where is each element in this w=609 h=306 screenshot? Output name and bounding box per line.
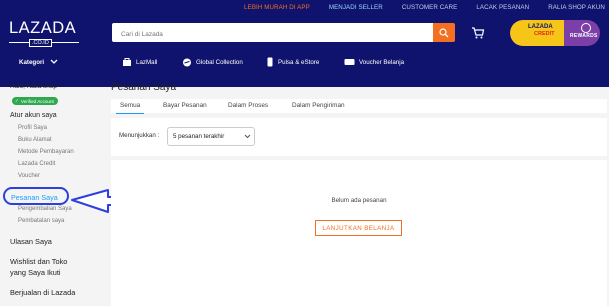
verified-badge: ✓ Verified Account <box>12 97 58 105</box>
continue-shopping-button[interactable]: LANJUTKAN BELANJA <box>315 220 402 236</box>
promo-rewards: REWARDS <box>570 33 598 39</box>
become-seller-link[interactable]: MENJADI SELLER <box>329 4 383 11</box>
category-label: Kategori <box>19 58 45 66</box>
promo-line2: CREDIT <box>534 31 555 37</box>
top-links: LEBIH MURAH DI APP MENJADI SELLER CUSTOM… <box>225 1 605 13</box>
pulsa-label: Pulsa & eStore <box>278 58 320 66</box>
order-range-select[interactable]: 5 pesanan terakhir <box>167 127 255 146</box>
annotation-circle <box>3 187 69 205</box>
order-tabs: Semua Bayar Pesanan Dalam Proses Dalam P… <box>111 99 607 113</box>
sidebar-item-profile[interactable]: Profil Saya <box>18 125 47 131</box>
sidebar-item-reviews[interactable]: Ulasan Saya <box>10 237 52 246</box>
sidebar-item-wishlist-line1[interactable]: Wishlist dan Toko <box>10 257 67 266</box>
nav-voucher[interactable]: Voucher Belanja <box>344 55 404 69</box>
voucher-label: Voucher Belanja <box>359 58 405 66</box>
tab-to-pay[interactable]: Bayar Pesanan <box>163 99 207 112</box>
page-title: Pesanan Saya <box>111 82 177 93</box>
app-promo-link[interactable]: LEBIH MURAH DI APP <box>244 4 310 11</box>
tab-in-delivery[interactable]: Dalam Pengiriman <box>292 99 345 112</box>
lazmall-label: LazMall <box>136 58 158 66</box>
chevron-down-icon <box>244 134 251 139</box>
phone-icon <box>267 57 273 67</box>
filter-panel: Menunjukkan : 5 pesanan terakhir <box>111 118 607 156</box>
site-header: LEBIH MURAH DI APP MENJADI SELLER CUSTOM… <box>0 0 609 87</box>
empty-message: Belum ada pesanan <box>331 197 387 204</box>
customer-care-link[interactable]: CUSTOMER CARE <box>402 4 458 11</box>
order-range-value: 5 pesanan terakhir <box>173 133 225 140</box>
check-icon: ✓ <box>15 98 19 103</box>
promo-line1: LAZADA <box>528 24 553 30</box>
lazada-logo[interactable]: LAZADA .CO.ID <box>9 19 79 53</box>
filter-label: Menunjukkan : <box>119 132 160 139</box>
lazmall-icon <box>123 57 131 66</box>
sidebar-item-wishlist-line2[interactable]: yang Saya Ikuti <box>10 268 61 277</box>
search-bar <box>112 23 433 44</box>
voucher-icon <box>344 59 355 65</box>
sidebar-item-voucher[interactable]: Voucher <box>18 173 40 179</box>
category-menu[interactable]: Kategori <box>19 55 62 69</box>
search-input[interactable] <box>112 25 421 44</box>
nav-global-collection[interactable]: Global Collection <box>182 55 243 69</box>
logo-domain: .CO.ID <box>29 39 52 47</box>
tab-all[interactable]: Semua <box>120 99 140 112</box>
sidebar-item-sell[interactable]: Berjualan di Lazada <box>10 288 75 297</box>
sidebar-item-payment-methods[interactable]: Metode Pembayaran <box>18 149 74 155</box>
track-order-link[interactable]: LACAK PESANAN <box>476 4 529 11</box>
plane-icon <box>183 58 191 66</box>
logo-text: LAZADA <box>9 19 77 37</box>
sidebar-item-lazada-credit[interactable]: Lazada Credit <box>18 161 55 167</box>
cart-icon[interactable] <box>471 26 485 40</box>
greeting: Halo, Ralia shop <box>10 83 57 90</box>
rewards-icon <box>581 23 591 33</box>
sidebar-item-returns[interactable]: Pengembalian Saya <box>18 206 72 212</box>
active-tab-indicator <box>116 113 144 114</box>
verified-label: Verified Account <box>20 98 54 104</box>
chevron-down-icon <box>50 59 58 64</box>
sidebar-item-cancellations[interactable]: Pembatalan saya <box>18 218 64 224</box>
nav-lazmall[interactable]: LazMall <box>122 55 157 69</box>
orders-empty-state: Belum ada pesanan LANJUTKAN BELANJA <box>111 160 607 306</box>
sidebar-item-address-book[interactable]: Buku Alamat <box>18 137 52 143</box>
nav-pulsa-estore[interactable]: Pulsa & eStore <box>266 55 319 69</box>
lazada-credit-banner[interactable]: LAZADA CREDIT REWARDS <box>510 20 600 46</box>
main-nav: Kategori LazMall Global Collection Pulsa… <box>0 55 609 69</box>
search-button[interactable] <box>433 23 455 42</box>
tab-in-process[interactable]: Dalam Proses <box>228 99 268 112</box>
search-icon <box>439 27 449 37</box>
account-link[interactable]: RALIA SHOP AKUN <box>548 4 605 11</box>
account-settings-title[interactable]: Atur akun saya <box>10 112 57 119</box>
global-collection-label: Global Collection <box>196 58 243 66</box>
